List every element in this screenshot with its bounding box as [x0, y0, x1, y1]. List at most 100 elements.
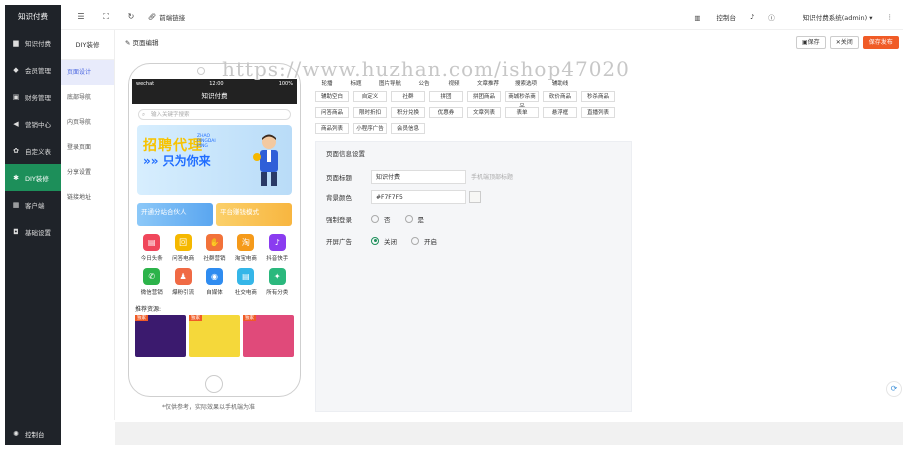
component-button[interactable]: 直播列表 — [581, 107, 615, 118]
sidebar-item-custom-table[interactable]: ✿ 自定义表 — [5, 137, 61, 164]
sidebar-item-finance[interactable]: ▣ 财务管理 — [5, 83, 61, 110]
subnav-item-share[interactable]: 分享设置 — [61, 160, 114, 185]
refresh-icon[interactable]: ↻ — [126, 12, 136, 22]
user-menu-label: 知识付费系统(admin) — [802, 14, 868, 22]
component-button[interactable]: 辅助空白 — [315, 91, 349, 102]
recommend-tag: 独家 — [243, 315, 256, 321]
radio-label: 是 — [417, 215, 425, 224]
battery-label: 100% — [278, 80, 293, 87]
sidebar-item-members[interactable]: ◆ 会员管理 — [5, 56, 61, 83]
component-button[interactable]: 优惠券 — [429, 107, 463, 118]
component-button[interactable]: 拼团商品 — [467, 91, 501, 102]
sidebar-item-basic-settings[interactable]: ◘ 基础设置 — [5, 218, 61, 245]
component-button[interactable]: 轮播 — [315, 79, 339, 90]
component-button[interactable]: 表单 — [505, 107, 539, 118]
save-button[interactable]: ▣ 保存 — [796, 36, 826, 49]
component-button[interactable]: 视频 — [441, 79, 467, 90]
component-button[interactable]: 砍价商品 — [543, 91, 577, 102]
component-button[interactable]: 秒杀商品 — [581, 91, 615, 102]
category-item[interactable]: 回问答电商 — [167, 234, 198, 262]
component-button[interactable]: 商品列表 — [315, 123, 349, 134]
bg-color-swatch[interactable] — [469, 190, 481, 203]
sidebar-item-label: 财务管理 — [25, 93, 51, 102]
sidebar-item-knowledge[interactable]: ▆ 知识付费 — [5, 29, 61, 56]
recommend-title: 推荐资源: — [135, 306, 162, 313]
publish-button[interactable]: 保存发布 — [862, 36, 899, 49]
sidebar-item-diy[interactable]: ✱ DIY装修 — [5, 164, 61, 191]
console-button[interactable]: ▥ 控制台 — [680, 12, 736, 22]
sidebar-item-label: 营销中心 — [25, 120, 51, 129]
subnav-item-login-page[interactable]: 登录页面 — [61, 135, 114, 160]
component-button[interactable]: 会员信息 — [391, 123, 425, 134]
phone-search-input[interactable]: ⌕ 输入关键字搜索 — [138, 109, 291, 120]
component-button[interactable]: 文章列表 — [467, 107, 501, 118]
promo-earn[interactable]: 平台赚钱模式 — [216, 203, 292, 226]
recommend-card[interactable]: 独家 — [243, 315, 294, 357]
category-item[interactable]: ♟ 爆粉引流 — [167, 268, 198, 296]
businessman-illustration — [253, 134, 278, 186]
category-label: 爆粉引流 — [172, 290, 195, 296]
login-option-no[interactable]: 否 — [371, 214, 391, 224]
close-button[interactable]: ✕ 关闭 — [829, 36, 859, 49]
component-button[interactable]: 辅助线 — [547, 79, 573, 90]
subnav-item-link[interactable]: 链接地址 — [61, 185, 114, 210]
help-icon[interactable]: ⓘ — [768, 12, 775, 22]
login-option-yes[interactable]: 是 — [404, 214, 425, 224]
sidebar-item-client[interactable]: ▦ 客户端 — [5, 191, 61, 218]
component-button[interactable]: 图片导航 — [373, 79, 407, 90]
category-item[interactable]: ✆ 微信营销 — [136, 268, 167, 296]
sidebar-item-label: 基础设置 — [25, 228, 51, 237]
category-item[interactable]: ✦ 所有分类 — [262, 268, 293, 296]
category-icon: ▤ — [237, 268, 255, 285]
bg-color-input[interactable]: #F7F7F5 — [371, 189, 466, 204]
component-button[interactable]: 公告 — [411, 79, 437, 90]
category-item[interactable]: ♪ 抖音快手 — [262, 234, 293, 262]
fullscreen-icon[interactable]: ⛶ — [101, 12, 111, 22]
component-button[interactable]: 积分兑换 — [391, 107, 425, 118]
category-label: 问答电商 — [172, 256, 195, 262]
component-button[interactable]: 标题 — [343, 79, 369, 90]
main-sidebar: 知识付费 ▆ 知识付费 ◆ 会员管理 ▣ 财务管理 ◀ 营销中心 ✿ 自定义表 ✱ DIY装… — [5, 5, 61, 445]
breadcrumb: ✎ 页面编辑 — [125, 37, 159, 47]
component-button[interactable]: 限时折扣 — [353, 107, 387, 118]
category-item[interactable]: ▤ 今日头条 — [136, 234, 167, 262]
component-button[interactable]: 商城秒杀商品 — [505, 91, 539, 110]
component-button[interactable]: 小程序广告 — [353, 123, 387, 134]
component-button[interactable]: 悬浮框 — [543, 107, 577, 118]
page-title-hint: 手机端顶部标题 — [471, 174, 514, 181]
page-title-input[interactable]: 知识付费 — [371, 169, 466, 184]
component-button[interactable]: 文章推荐 — [471, 79, 505, 90]
component-button[interactable]: 问答商品 — [315, 107, 349, 118]
sidebar-item-marketing[interactable]: ◀ 营销中心 — [5, 110, 61, 137]
component-button[interactable]: 拼团 — [429, 91, 463, 102]
user-menu[interactable]: 知识付费系统(admin) ▾ — [789, 12, 873, 22]
menu-toggle-icon[interactable]: ☰ — [76, 12, 86, 22]
category-item[interactable]: 淘淘宝电商 — [230, 234, 261, 262]
support-float-icon[interactable]: ⟳ — [886, 381, 902, 397]
subnav-item-inner-nav[interactable]: 内页导航 — [61, 110, 114, 135]
subnav-item-bottom-nav[interactable]: 底部导航 — [61, 85, 114, 110]
page-title-row: 页面标题 知识付费 手机端顶部标题 — [326, 169, 513, 184]
subnav-item-page-design[interactable]: 页面设计 — [61, 60, 114, 85]
bell-icon[interactable]: ♪ — [750, 13, 754, 21]
breadcrumb-label: 页面编辑 — [132, 39, 159, 47]
recommend-card[interactable]: 独家 — [189, 315, 240, 357]
ad-option-off[interactable]: 关闭 — [371, 236, 397, 246]
ad-option-on[interactable]: 开启 — [411, 236, 437, 246]
component-button[interactable]: 搜索选项 — [509, 79, 543, 90]
category-item[interactable]: ◉ 自媒体 — [199, 268, 230, 296]
promo-partner[interactable]: 开通分站合伙人 — [137, 203, 213, 226]
sidebar-item-label: 自定义表 — [25, 147, 51, 156]
category-item[interactable]: ✋ 社群营销 — [199, 234, 230, 262]
phone-banner[interactable]: 招聘代理 »» 只为你来 ZHAO PINGDAI PING — [137, 125, 292, 195]
sidebar-title: 知识付费 — [18, 12, 48, 21]
search-icon: ⌕ — [142, 112, 146, 118]
sidebar-console[interactable]: ✺ 控制台 — [12, 429, 44, 439]
category-item[interactable]: ▤ 社交电商 — [230, 268, 261, 296]
more-icon[interactable]: ⋮ — [887, 13, 894, 21]
frontend-link[interactable]: 🔗︎ 前端链接 — [148, 12, 185, 22]
component-button[interactable]: 自定义 — [353, 91, 387, 102]
diy-icon: ✱ — [13, 173, 19, 182]
recommend-card[interactable]: 独家 — [135, 315, 186, 357]
component-button[interactable]: 社群 — [391, 91, 425, 102]
